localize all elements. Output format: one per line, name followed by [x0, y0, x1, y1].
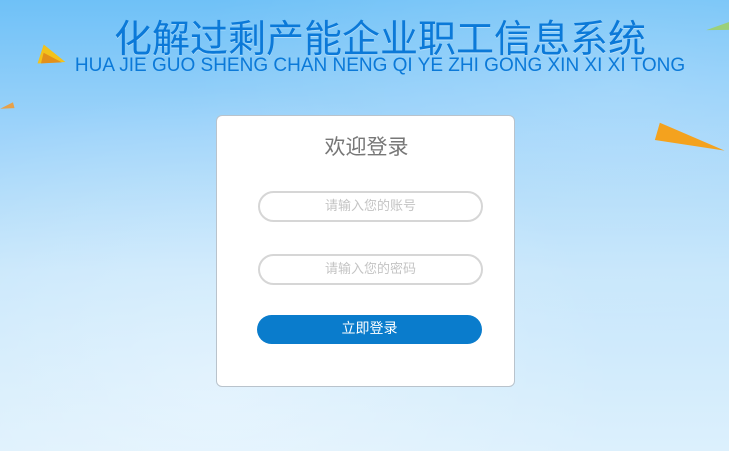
login-card: 欢迎登录 立即登录 — [216, 115, 515, 387]
login-title: 欢迎登录 — [324, 135, 409, 159]
account-input[interactable] — [258, 191, 483, 222]
system-title-pinyin: HUA JIE GUO SHENG CHAN NENG QI YE ZHI GO… — [74, 55, 686, 76]
login-button[interactable]: 立即登录 — [257, 315, 482, 344]
password-input[interactable] — [258, 254, 483, 285]
